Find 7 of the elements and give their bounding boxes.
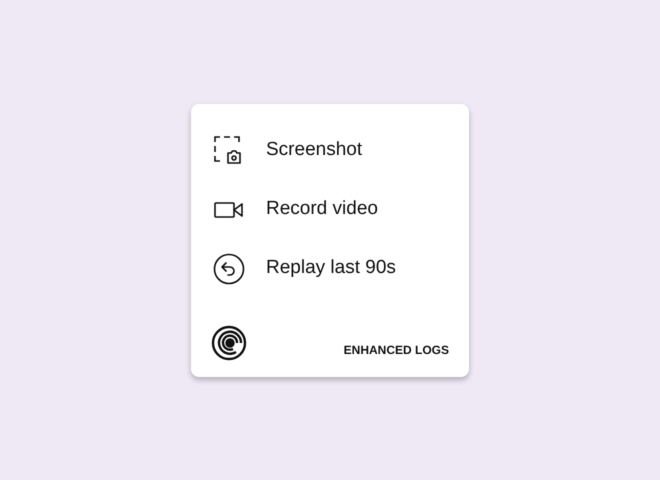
menu-item[interactable]: Record video	[211, 192, 449, 226]
spiral-logo-icon	[211, 324, 247, 360]
undo-arrow-circle-icon	[213, 252, 245, 284]
menu-item[interactable]: Screenshot	[211, 134, 449, 168]
video-camera-icon	[214, 200, 244, 218]
enhanced-logs-link[interactable]: ENHANCED LOGS	[344, 340, 449, 358]
menu-item[interactable]: Replay last 90s	[211, 252, 449, 286]
